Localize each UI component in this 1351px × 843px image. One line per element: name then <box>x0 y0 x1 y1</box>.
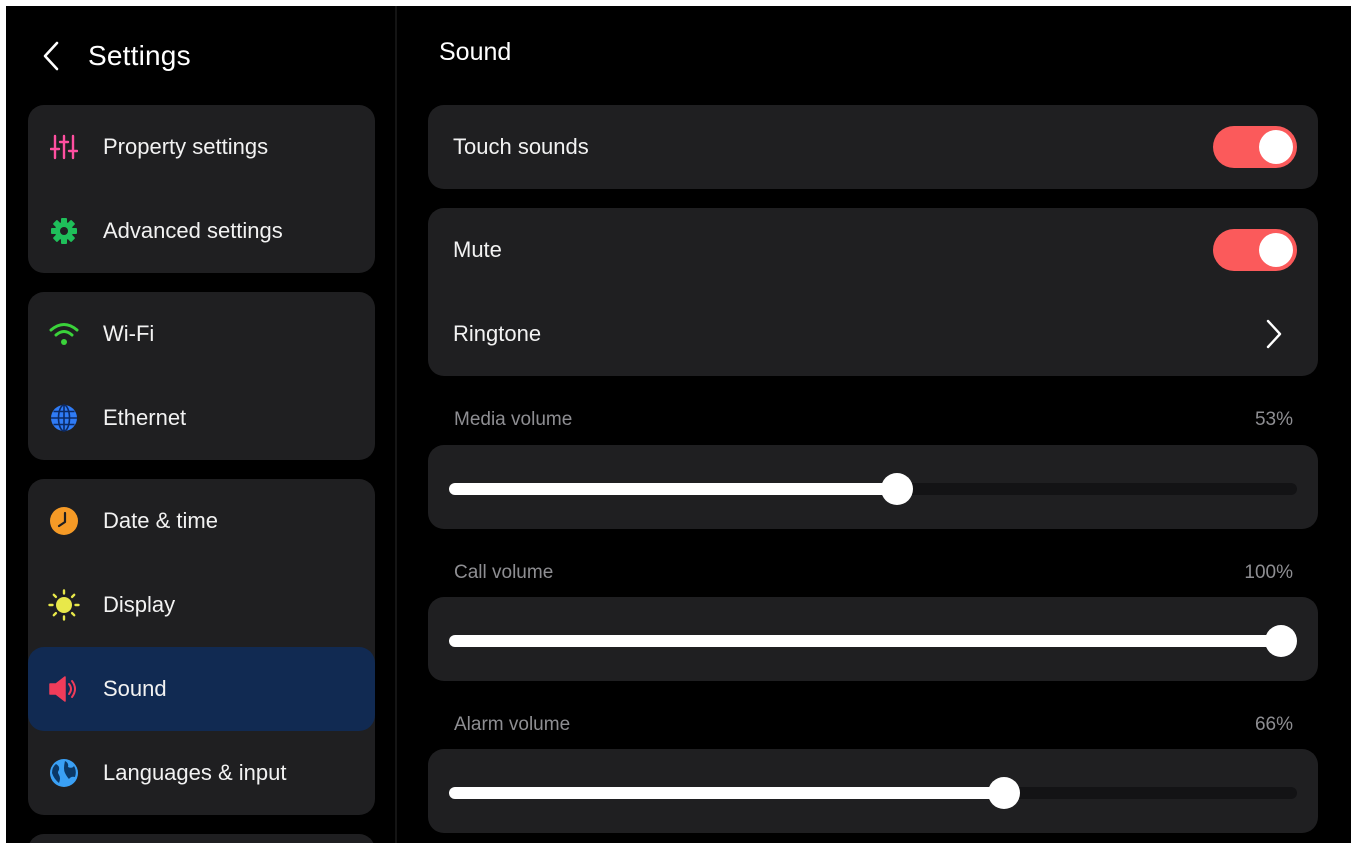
touch-sounds-label: Touch sounds <box>453 134 589 159</box>
slider-fill <box>449 483 898 495</box>
alarm-volume-value: 66% <box>1254 714 1293 735</box>
mute-label: Mute <box>453 237 502 262</box>
touch-sounds-toggle[interactable] <box>1213 126 1297 168</box>
alarm-volume-card <box>428 749 1318 833</box>
speaker-icon <box>48 673 80 705</box>
call-volume-slider[interactable] <box>449 625 1297 657</box>
settings-screen: Settings Property settings Advanced sett… <box>6 6 1351 843</box>
call-volume-value: 100% <box>1244 562 1293 583</box>
sidebar-item-property-settings[interactable]: Property settings <box>28 105 375 189</box>
touch-sounds-card: Touch sounds <box>428 105 1318 189</box>
touch-sounds-row[interactable]: Touch sounds <box>428 105 1318 189</box>
sidebar-item-label: Sound <box>103 676 167 701</box>
mute-ringtone-card: Mute Ringtone <box>428 208 1318 376</box>
chevron-right-icon <box>1266 319 1282 349</box>
page-title: Sound <box>439 38 512 66</box>
sidebar-item-date-time[interactable]: Date & time <box>28 479 375 563</box>
sidebar-item-sound[interactable]: Sound <box>28 647 375 731</box>
sidebar-item-label: Property settings <box>103 134 269 159</box>
media-volume-card <box>428 445 1318 529</box>
sidebar-title: Settings <box>88 40 191 71</box>
ringtone-row[interactable]: Ringtone <box>428 292 1318 376</box>
media-volume-label: Media volume <box>454 409 573 430</box>
sidebar-item-label: Advanced settings <box>103 218 283 243</box>
slider-thumb[interactable] <box>987 777 1020 809</box>
earth-icon <box>48 757 80 789</box>
call-volume-card <box>428 597 1318 681</box>
sidebar-item-label: Ethernet <box>103 405 187 430</box>
slider-fill <box>449 787 1004 799</box>
sidebar-item-display[interactable]: Display <box>28 563 375 647</box>
slider-thumb[interactable] <box>881 473 914 505</box>
sidebar-item-languages-input[interactable]: Languages & input <box>28 731 375 815</box>
sun-icon <box>48 589 80 621</box>
mute-toggle[interactable] <box>1213 229 1297 271</box>
sidebar-item-label: Languages & input <box>103 760 287 785</box>
sliders-icon <box>48 131 80 163</box>
sidebar-header: Settings <box>42 36 191 76</box>
alarm-volume-slider[interactable] <box>449 777 1297 809</box>
media-volume-slider[interactable] <box>449 473 1297 505</box>
toggle-knob <box>1259 233 1293 267</box>
sidebar-item-ethernet[interactable]: Ethernet <box>28 376 375 460</box>
sidebar-item-label: Display <box>103 592 176 617</box>
sidebar-group-general: Property settings Advanced settings <box>28 105 375 273</box>
sidebar-item-label: Wi-Fi <box>103 321 155 346</box>
wifi-icon <box>48 318 80 350</box>
sidebar-item-label: Date & time <box>103 508 218 533</box>
toggle-knob <box>1259 130 1293 164</box>
slider-fill <box>449 635 1281 647</box>
sidebar-item-wifi[interactable]: Wi-Fi <box>28 292 375 376</box>
chevron-left-icon <box>43 41 59 71</box>
pane-divider <box>395 6 397 843</box>
alarm-volume-label: Alarm volume <box>454 714 571 735</box>
sidebar-group-more <box>28 834 375 843</box>
gear-icon <box>48 215 80 247</box>
sidebar-item-advanced-settings[interactable]: Advanced settings <box>28 189 375 273</box>
call-volume-label: Call volume <box>454 562 554 583</box>
back-button[interactable] <box>42 36 66 76</box>
clock-icon <box>48 505 80 537</box>
mute-row[interactable]: Mute <box>428 208 1318 292</box>
globe-icon <box>48 402 80 434</box>
ringtone-label: Ringtone <box>453 321 542 346</box>
media-volume-value: 53% <box>1254 409 1293 430</box>
sidebar-group-network: Wi-Fi Ethernet <box>28 292 375 460</box>
slider-thumb[interactable] <box>1265 625 1297 657</box>
sidebar-group-device: Date & time Display Sound Languages & in… <box>28 479 375 815</box>
